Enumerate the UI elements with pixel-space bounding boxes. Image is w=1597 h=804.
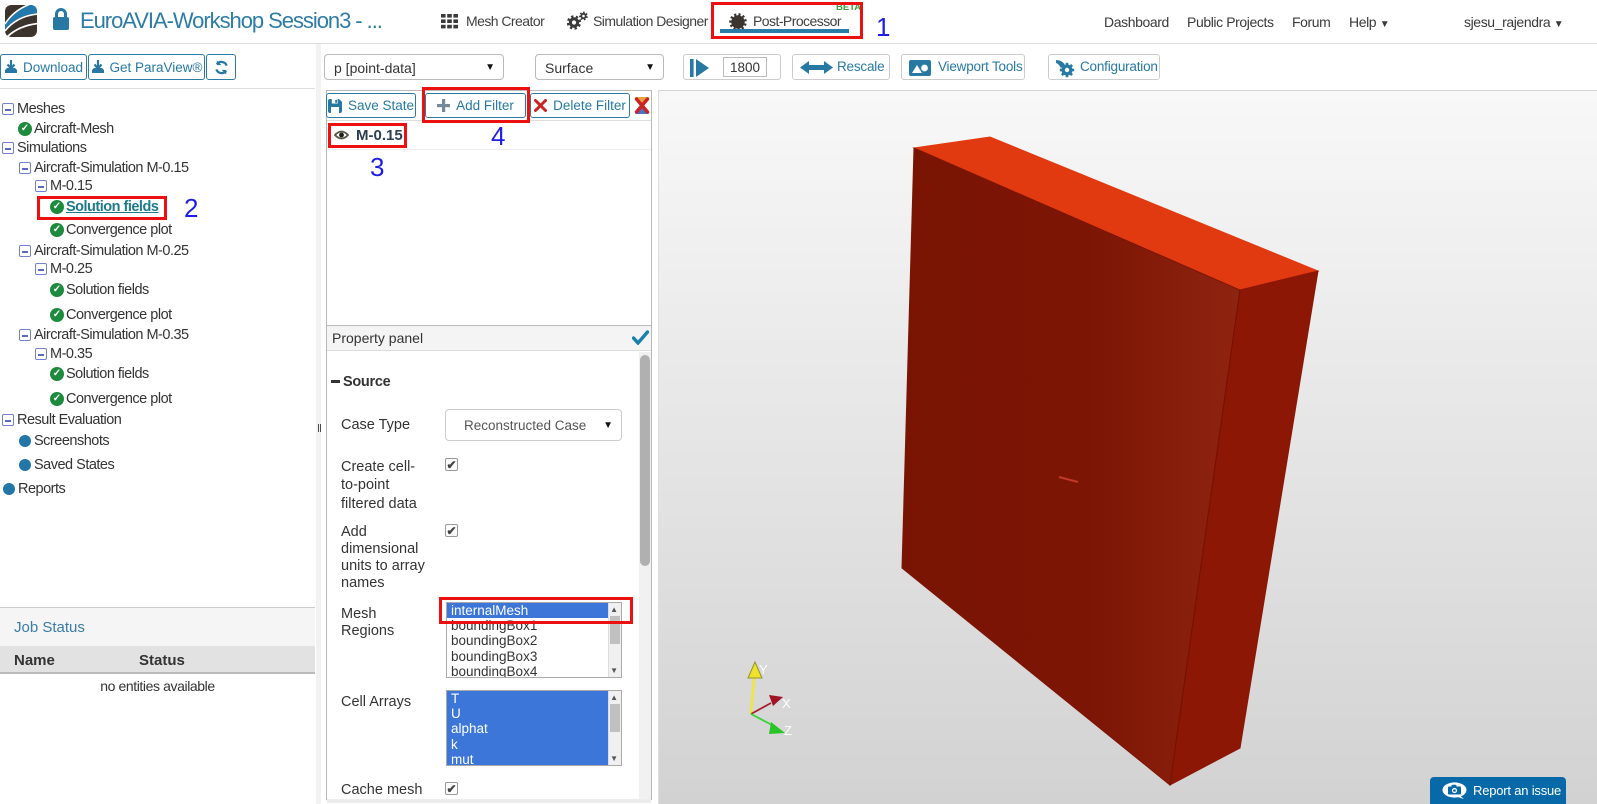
svg-text:X: X	[782, 696, 791, 711]
svg-text:Y: Y	[759, 662, 768, 677]
svg-text:Z: Z	[784, 723, 792, 738]
